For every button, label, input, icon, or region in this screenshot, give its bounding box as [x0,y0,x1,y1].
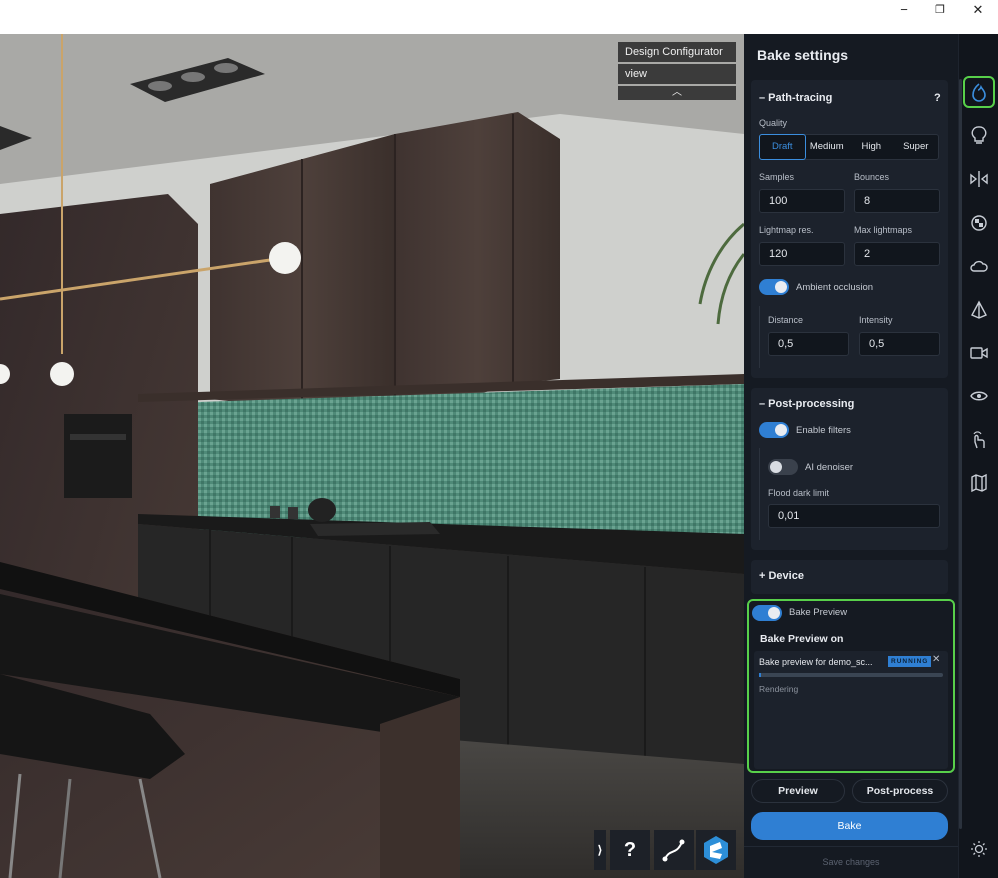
kitchen-render [0,34,744,878]
bounces-field[interactable]: 8 [854,189,940,213]
map-tool-button[interactable] [968,472,990,494]
bake-tool-button[interactable] [963,76,995,108]
flood-dark-limit-field[interactable]: 0,01 [768,504,940,528]
device-section[interactable]: + Device [751,560,948,594]
path-tracing-section: – Path-tracing ? Quality Draft Medium Hi… [751,80,948,378]
bake-preview-label: Bake Preview [789,607,848,618]
shape-tool-button[interactable] [968,299,990,321]
rail-scrollbar[interactable] [959,79,962,829]
post-processing-header[interactable]: – Post-processing [759,398,854,410]
bake-settings-panel: Bake settings – Path-tracing ? Quality D… [744,34,958,878]
quality-option-draft[interactable]: Draft [759,134,806,160]
interaction-tool-button[interactable] [968,429,990,451]
max-lightmaps-label: Max lightmaps [854,225,913,235]
collapse-overlay-button[interactable]: ︿ [618,86,736,100]
bake-state-text: Rendering [759,684,799,694]
enable-filters-toggle[interactable] [759,422,789,438]
save-changes-button[interactable]: Save changes [744,857,958,867]
samples-field[interactable]: 100 [759,189,845,213]
window-titlebar: − ❐ ✕ [0,0,998,34]
preview-button[interactable]: Preview [751,779,845,803]
quality-option-super[interactable]: Super [894,135,939,159]
close-icon[interactable]: ✕ [932,654,940,665]
minimize-button[interactable]: − [884,0,924,20]
pyramid-icon [971,300,987,319]
enable-filters-label: Enable filters [796,425,851,436]
lightbulb-icon [971,126,987,144]
bake-preview-box: Bake Preview Bake Preview on Bake previe… [747,599,955,773]
intensity-label: Intensity [859,315,893,325]
design-configurator-label: Design Configurator [618,42,736,62]
map-icon [971,473,987,493]
indent-line [759,448,760,540]
distance-label: Distance [768,315,804,325]
quality-option-high[interactable]: High [849,135,894,159]
bake-preview-toggle[interactable] [752,605,782,621]
max-lightmaps-field[interactable]: 2 [854,242,940,266]
eye-icon [970,391,988,401]
logo-icon [704,836,728,864]
checker-sphere-icon [971,215,987,231]
close-window-button[interactable]: ✕ [958,0,998,20]
ambient-occlusion-toggle[interactable] [759,279,789,295]
material-tool-button[interactable] [968,212,990,234]
flood-dark-limit-label: Flood dark limit [768,488,830,498]
bake-button[interactable]: Bake [751,812,948,840]
bake-progress-bar [759,673,943,677]
visibility-tool-button[interactable] [968,385,990,407]
divider [744,846,958,847]
mirror-icon [970,171,988,187]
indent-line [759,306,760,368]
bake-job-card: Bake preview for demo_sc... RUNNING ✕ Re… [754,651,948,769]
environment-tool-button[interactable] [968,256,990,278]
quality-label: Quality [759,118,788,128]
help-button[interactable]: ? [610,830,650,870]
ambient-occlusion-label: Ambient occlusion [796,282,874,293]
bake-job-name: Bake preview for demo_sc... [759,657,873,667]
help-icon[interactable]: ? [934,92,941,104]
restore-button[interactable]: ❐ [920,0,960,20]
ai-denoiser-toggle[interactable] [768,459,798,475]
expand-toolbar-button[interactable]: ⟩ [594,830,606,870]
lightmap-res-field[interactable]: 120 [759,242,845,266]
settings-tool-button[interactable] [968,838,990,860]
bake-progress-fill [759,673,761,677]
hand-pointer-icon [973,431,985,449]
bezier-path-icon [662,839,685,862]
view-dropdown[interactable]: view [618,64,736,84]
quality-selector[interactable]: Draft Medium High Super [759,134,939,160]
camera-tool-button[interactable] [968,342,990,364]
quality-option-medium[interactable]: Medium [805,135,850,159]
status-badge: RUNNING [888,656,932,667]
post-processing-section: – Post-processing Enable filters AI deno… [751,388,948,550]
samples-label: Samples [759,172,795,182]
light-tool-button[interactable] [968,124,990,146]
intensity-field[interactable]: 0,5 [859,332,940,356]
bake-preview-title: Bake Preview on [760,633,844,645]
path-tool-button[interactable] [654,830,694,870]
cloud-icon [970,260,988,272]
distance-field[interactable]: 0,5 [768,332,849,356]
bake-flame-icon [972,83,986,102]
lightmap-res-label: Lightmap res. [759,225,814,235]
device-header[interactable]: + Device [759,570,804,582]
tool-rail [958,34,998,878]
sun-icon [971,841,987,857]
path-tracing-header[interactable]: – Path-tracing [759,92,832,104]
post-process-button[interactable]: Post-process [852,779,948,803]
rail-scroll-track [959,79,962,839]
ai-denoiser-label: AI denoiser [805,462,854,473]
scene-viewport[interactable]: Design Configurator view ︿ ⟩ ? [0,34,744,878]
mirror-tool-button[interactable] [968,168,990,190]
bounces-label: Bounces [854,172,890,182]
video-camera-icon [970,347,988,359]
app-logo-button[interactable] [696,830,736,870]
panel-title: Bake settings [757,47,849,63]
